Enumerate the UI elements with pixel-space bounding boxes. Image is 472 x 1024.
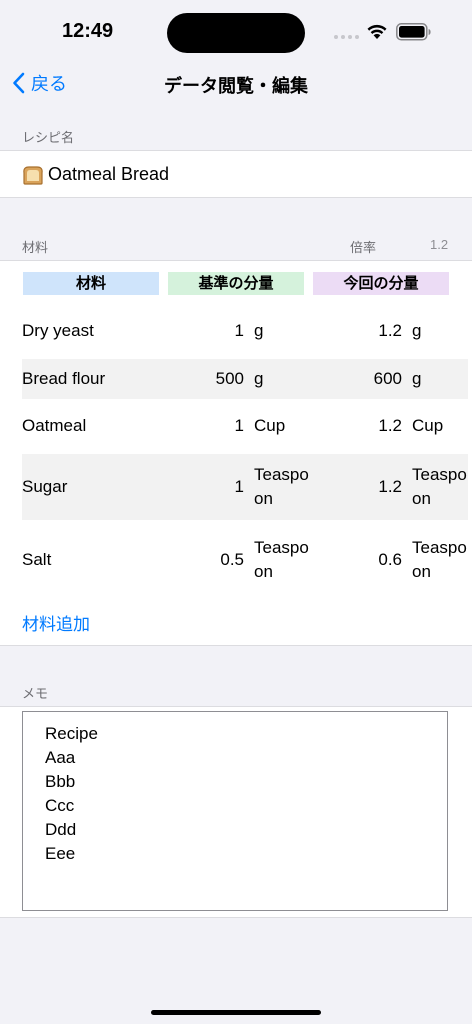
current-unit: g xyxy=(412,369,422,388)
base-unit: Cup xyxy=(254,416,286,435)
base-amount: 1 xyxy=(234,321,244,340)
dynamic-island xyxy=(167,13,305,53)
ingredient-column-headers: 材料 基準の分量 今回の分量 xyxy=(0,272,472,295)
base-amount: 0.5 xyxy=(220,550,244,569)
base-amount: 1 xyxy=(234,416,244,435)
cellular-signal-icon xyxy=(334,35,359,39)
ingredient-row[interactable]: Dry yeast 1 g 1.2 g xyxy=(22,311,468,351)
navigation-bar: 戻る データ閲覧・編集 xyxy=(0,60,472,106)
current-amount: 1.2 xyxy=(378,416,402,435)
current-unit: Teaspoon xyxy=(412,538,467,581)
home-indicator xyxy=(151,1010,321,1015)
current-unit: g xyxy=(412,321,422,340)
base-amount: 500 xyxy=(215,369,244,388)
current-unit: Teaspoon xyxy=(412,465,467,508)
recipe-name-field[interactable]: Oatmeal Bread xyxy=(22,164,169,185)
ingredient-name: Bread flour xyxy=(22,369,106,388)
multiplier-label: 倍率 xyxy=(350,240,377,255)
base-unit: g xyxy=(254,369,264,388)
ingredient-name: Dry yeast xyxy=(22,321,94,340)
memo-card: Recipe Aaa Bbb Ccc Ddd Eee xyxy=(0,706,472,918)
ingredient-name: Salt xyxy=(22,550,52,569)
battery-icon xyxy=(396,23,431,41)
current-amount: 0.6 xyxy=(378,550,402,569)
ingredient-row[interactable]: Salt 0.5 Teaspoon 0.6 Teaspoon xyxy=(22,527,468,593)
memo-text: Recipe Aaa Bbb Ccc Ddd Eee xyxy=(45,724,98,863)
memo-header: メモ xyxy=(22,686,49,701)
current-amount: 600 xyxy=(373,369,402,388)
page-title: データ閲覧・編集 xyxy=(164,76,308,96)
current-amount: 1.2 xyxy=(378,321,402,340)
bread-icon xyxy=(22,165,44,185)
current-unit: Cup xyxy=(412,416,444,435)
base-unit: Teaspoon xyxy=(254,538,309,581)
recipe-name-card: Oatmeal Bread xyxy=(0,150,472,198)
memo-textarea[interactable]: Recipe Aaa Bbb Ccc Ddd Eee xyxy=(22,711,448,911)
base-amount: 1 xyxy=(234,477,244,496)
ingredient-row[interactable]: Sugar 1 Teaspoon 1.2 Teaspoon xyxy=(22,454,468,520)
ingredient-name: Sugar xyxy=(22,477,68,496)
ingredient-name: Oatmeal xyxy=(22,416,87,435)
base-unit: Teaspoon xyxy=(254,465,309,508)
current-amount: 1.2 xyxy=(378,477,402,496)
base-unit: g xyxy=(254,321,264,340)
ingredient-row[interactable]: Oatmeal 1 Cup 1.2 Cup xyxy=(22,406,468,446)
column-header-ingredient: 材料 xyxy=(23,272,159,295)
recipe-name-header: レシピ名 xyxy=(22,130,75,145)
ingredients-header: 材料 xyxy=(22,240,49,255)
ingredient-row[interactable]: Bread flour 500 g 600 g xyxy=(22,359,468,399)
column-header-base-amount: 基準の分量 xyxy=(168,272,304,295)
ingredients-card: 材料 基準の分量 今回の分量 Dry yeast 1 g 1.2 g Bread… xyxy=(0,260,472,646)
add-ingredient-button[interactable]: 材料追加 xyxy=(22,610,90,635)
status-time: 12:49 xyxy=(62,20,114,42)
recipe-name-value: Oatmeal Bread xyxy=(48,164,170,184)
wifi-icon xyxy=(367,24,387,39)
column-header-current-amount: 今回の分量 xyxy=(313,272,449,295)
status-bar: 12:49 xyxy=(0,0,472,60)
multiplier-value[interactable]: 1.2 xyxy=(430,237,448,252)
